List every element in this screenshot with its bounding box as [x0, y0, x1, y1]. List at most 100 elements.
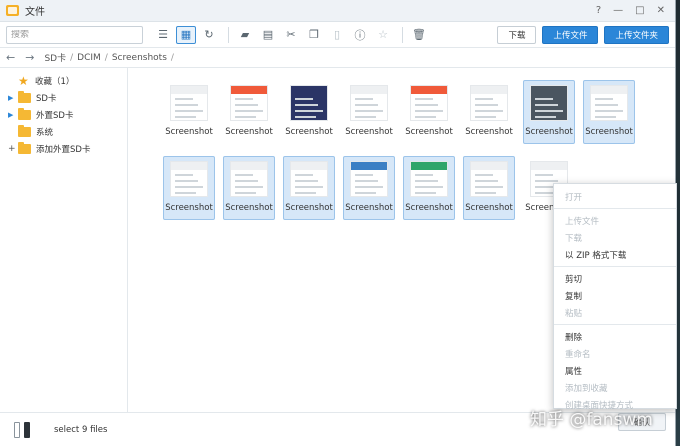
close-icon[interactable]: ✕ — [657, 5, 665, 16]
cut-icon[interactable]: ✂ — [281, 26, 301, 44]
favorite-star-icon[interactable]: ☆ — [373, 26, 393, 44]
menu-item-cut[interactable]: 剪切 — [554, 270, 676, 287]
list-view-icon[interactable]: ☰ — [153, 26, 173, 44]
back-arrow-icon[interactable]: ← — [6, 51, 15, 64]
title-bar: 文件 ? — □ ✕ — [0, 0, 675, 22]
file-tile[interactable]: Screenshot — [403, 80, 455, 144]
file-tile[interactable]: Screenshot — [283, 156, 335, 220]
file-thumbnail — [530, 85, 568, 121]
phone-icon — [14, 421, 20, 438]
menu-item-rename[interactable]: 重命名 — [554, 345, 676, 362]
help-icon[interactable]: ? — [596, 5, 601, 16]
sidebar-item-add-external-sd[interactable]: + 添加外置SD卡 — [0, 140, 127, 157]
breadcrumb-sd-card[interactable]: SD卡 — [44, 51, 66, 64]
file-thumbnail — [350, 161, 388, 197]
breadcrumb-dcim[interactable]: DCIM — [77, 53, 101, 63]
minimize-icon[interactable]: — — [613, 5, 623, 16]
menu-item-download[interactable]: 下载 — [554, 229, 676, 246]
upload-file-button[interactable]: 上传文件 — [542, 25, 599, 44]
file-name: Screenshot — [285, 203, 333, 213]
expand-caret-icon[interactable]: ▶ — [8, 94, 18, 102]
menu-item-properties[interactable]: 属性 — [554, 362, 676, 379]
menu-divider — [554, 266, 676, 267]
file-name: Screenshot — [285, 127, 333, 137]
toolbar-divider — [402, 26, 403, 43]
breadcrumb-separator: / — [104, 52, 108, 63]
file-thumbnail — [470, 161, 508, 197]
copy-icon[interactable]: ❐ — [304, 26, 324, 44]
menu-item-paste[interactable]: 粘贴 — [554, 304, 676, 321]
grid-view-icon[interactable]: ▦ — [176, 25, 196, 44]
sidebar-item-favorites[interactable]: ★ 收藏（1） — [0, 72, 127, 89]
folder-icon — [18, 141, 31, 154]
file-name: Screenshot — [165, 127, 213, 137]
menu-item-upload[interactable]: 上传文件 — [554, 212, 676, 229]
file-name: Screenshot — [465, 203, 513, 213]
menu-item-open[interactable]: 打开 — [554, 188, 676, 205]
info-icon[interactable]: ⓘ — [350, 26, 370, 44]
breadcrumb: ← → SD卡 / DCIM / Screenshots / — [0, 48, 675, 68]
breadcrumb-separator: / — [170, 52, 174, 63]
file-tile[interactable]: Screenshot — [403, 156, 455, 220]
file-tile[interactable]: Screenshot — [223, 156, 275, 220]
file-tile[interactable]: Screenshot — [583, 80, 635, 144]
file-manager-app-icon — [6, 5, 19, 16]
file-name: Screenshot — [405, 127, 453, 137]
file-thumbnail — [350, 85, 388, 121]
paste-icon[interactable]: ▯ — [327, 26, 347, 44]
file-name: Screenshot — [225, 127, 273, 137]
plus-icon: + — [8, 143, 16, 154]
file-name: Screenshot — [585, 127, 633, 137]
menu-divider — [554, 324, 676, 325]
file-tile[interactable]: Screenshot — [463, 80, 515, 144]
folder-icon — [18, 124, 31, 137]
watermark: 知乎 @fanswm — [530, 410, 653, 430]
upload-folder-button[interactable]: 上传文件夹 — [604, 25, 669, 44]
file-name: Screenshot — [345, 127, 393, 137]
download-button[interactable]: 下载 — [497, 25, 537, 44]
delete-icon[interactable]: 🗑 — [409, 26, 429, 44]
sidebar-item-external-sd[interactable]: ▶ 外置SD卡 — [0, 106, 127, 123]
view-tools: ☰ ▦ ↻ ▰ ▤ ✂ ❐ ▯ ⓘ ☆ 🗑 — [153, 25, 432, 44]
menu-item-delete[interactable]: 删除 — [554, 328, 676, 345]
file-thumbnail — [170, 85, 208, 121]
sidebar-item-sd-card[interactable]: ▶ SD卡 — [0, 89, 127, 106]
file-tile[interactable]: Screenshot — [283, 80, 335, 144]
maximize-icon[interactable]: □ — [635, 5, 644, 16]
file-thumbnail — [290, 161, 328, 197]
compress-icon[interactable]: ▤ — [258, 26, 278, 44]
action-buttons: 下载 上传文件 上传文件夹 — [497, 25, 669, 44]
file-name: Screenshot — [165, 203, 213, 213]
toolbar: ☰ ▦ ↻ ▰ ▤ ✂ ❐ ▯ ⓘ ☆ 🗑 下载 上传文件 上传文件夹 — [0, 22, 675, 48]
sidebar: ★ 收藏（1） ▶ SD卡 ▶ 外置SD卡 系统 + 添加外置SD卡 — [0, 68, 128, 412]
file-thumbnail — [230, 161, 268, 197]
file-tile[interactable]: Screenshot — [343, 80, 395, 144]
file-name: Screenshot — [225, 203, 273, 213]
search-input[interactable] — [11, 29, 121, 40]
file-name: Screenshot — [465, 127, 513, 137]
file-tile[interactable]: Screenshot — [163, 156, 215, 220]
file-tile[interactable]: Screenshot — [463, 156, 515, 220]
sidebar-item-label: 收藏（1） — [35, 76, 75, 87]
new-folder-icon[interactable]: ▰ — [235, 26, 255, 44]
menu-item-zip-download[interactable]: 以 ZIP 格式下载 — [554, 246, 676, 263]
file-tile[interactable]: Screenshot — [343, 156, 395, 220]
sidebar-item-label: 添加外置SD卡 — [36, 144, 91, 155]
sidebar-item-system[interactable]: 系统 — [0, 123, 127, 140]
file-name: Screenshot — [525, 127, 573, 137]
forward-arrow-icon[interactable]: → — [25, 51, 34, 64]
star-icon: ★ — [18, 73, 29, 88]
sidebar-item-label: SD卡 — [36, 93, 57, 104]
file-name: Screenshot — [405, 203, 453, 213]
refresh-icon[interactable]: ↻ — [199, 26, 219, 44]
file-thumbnail — [590, 85, 628, 121]
file-tile[interactable]: Screenshot — [163, 80, 215, 144]
search-box[interactable] — [6, 25, 143, 44]
file-tile[interactable]: Screenshot — [523, 80, 575, 144]
file-thumbnail — [230, 85, 268, 121]
breadcrumb-screenshots[interactable]: Screenshots — [112, 53, 167, 63]
expand-caret-icon[interactable]: ▶ — [8, 111, 18, 119]
menu-item-add-favorite[interactable]: 添加到收藏 — [554, 379, 676, 396]
file-tile[interactable]: Screenshot — [223, 80, 275, 144]
menu-item-copy[interactable]: 复制 — [554, 287, 676, 304]
